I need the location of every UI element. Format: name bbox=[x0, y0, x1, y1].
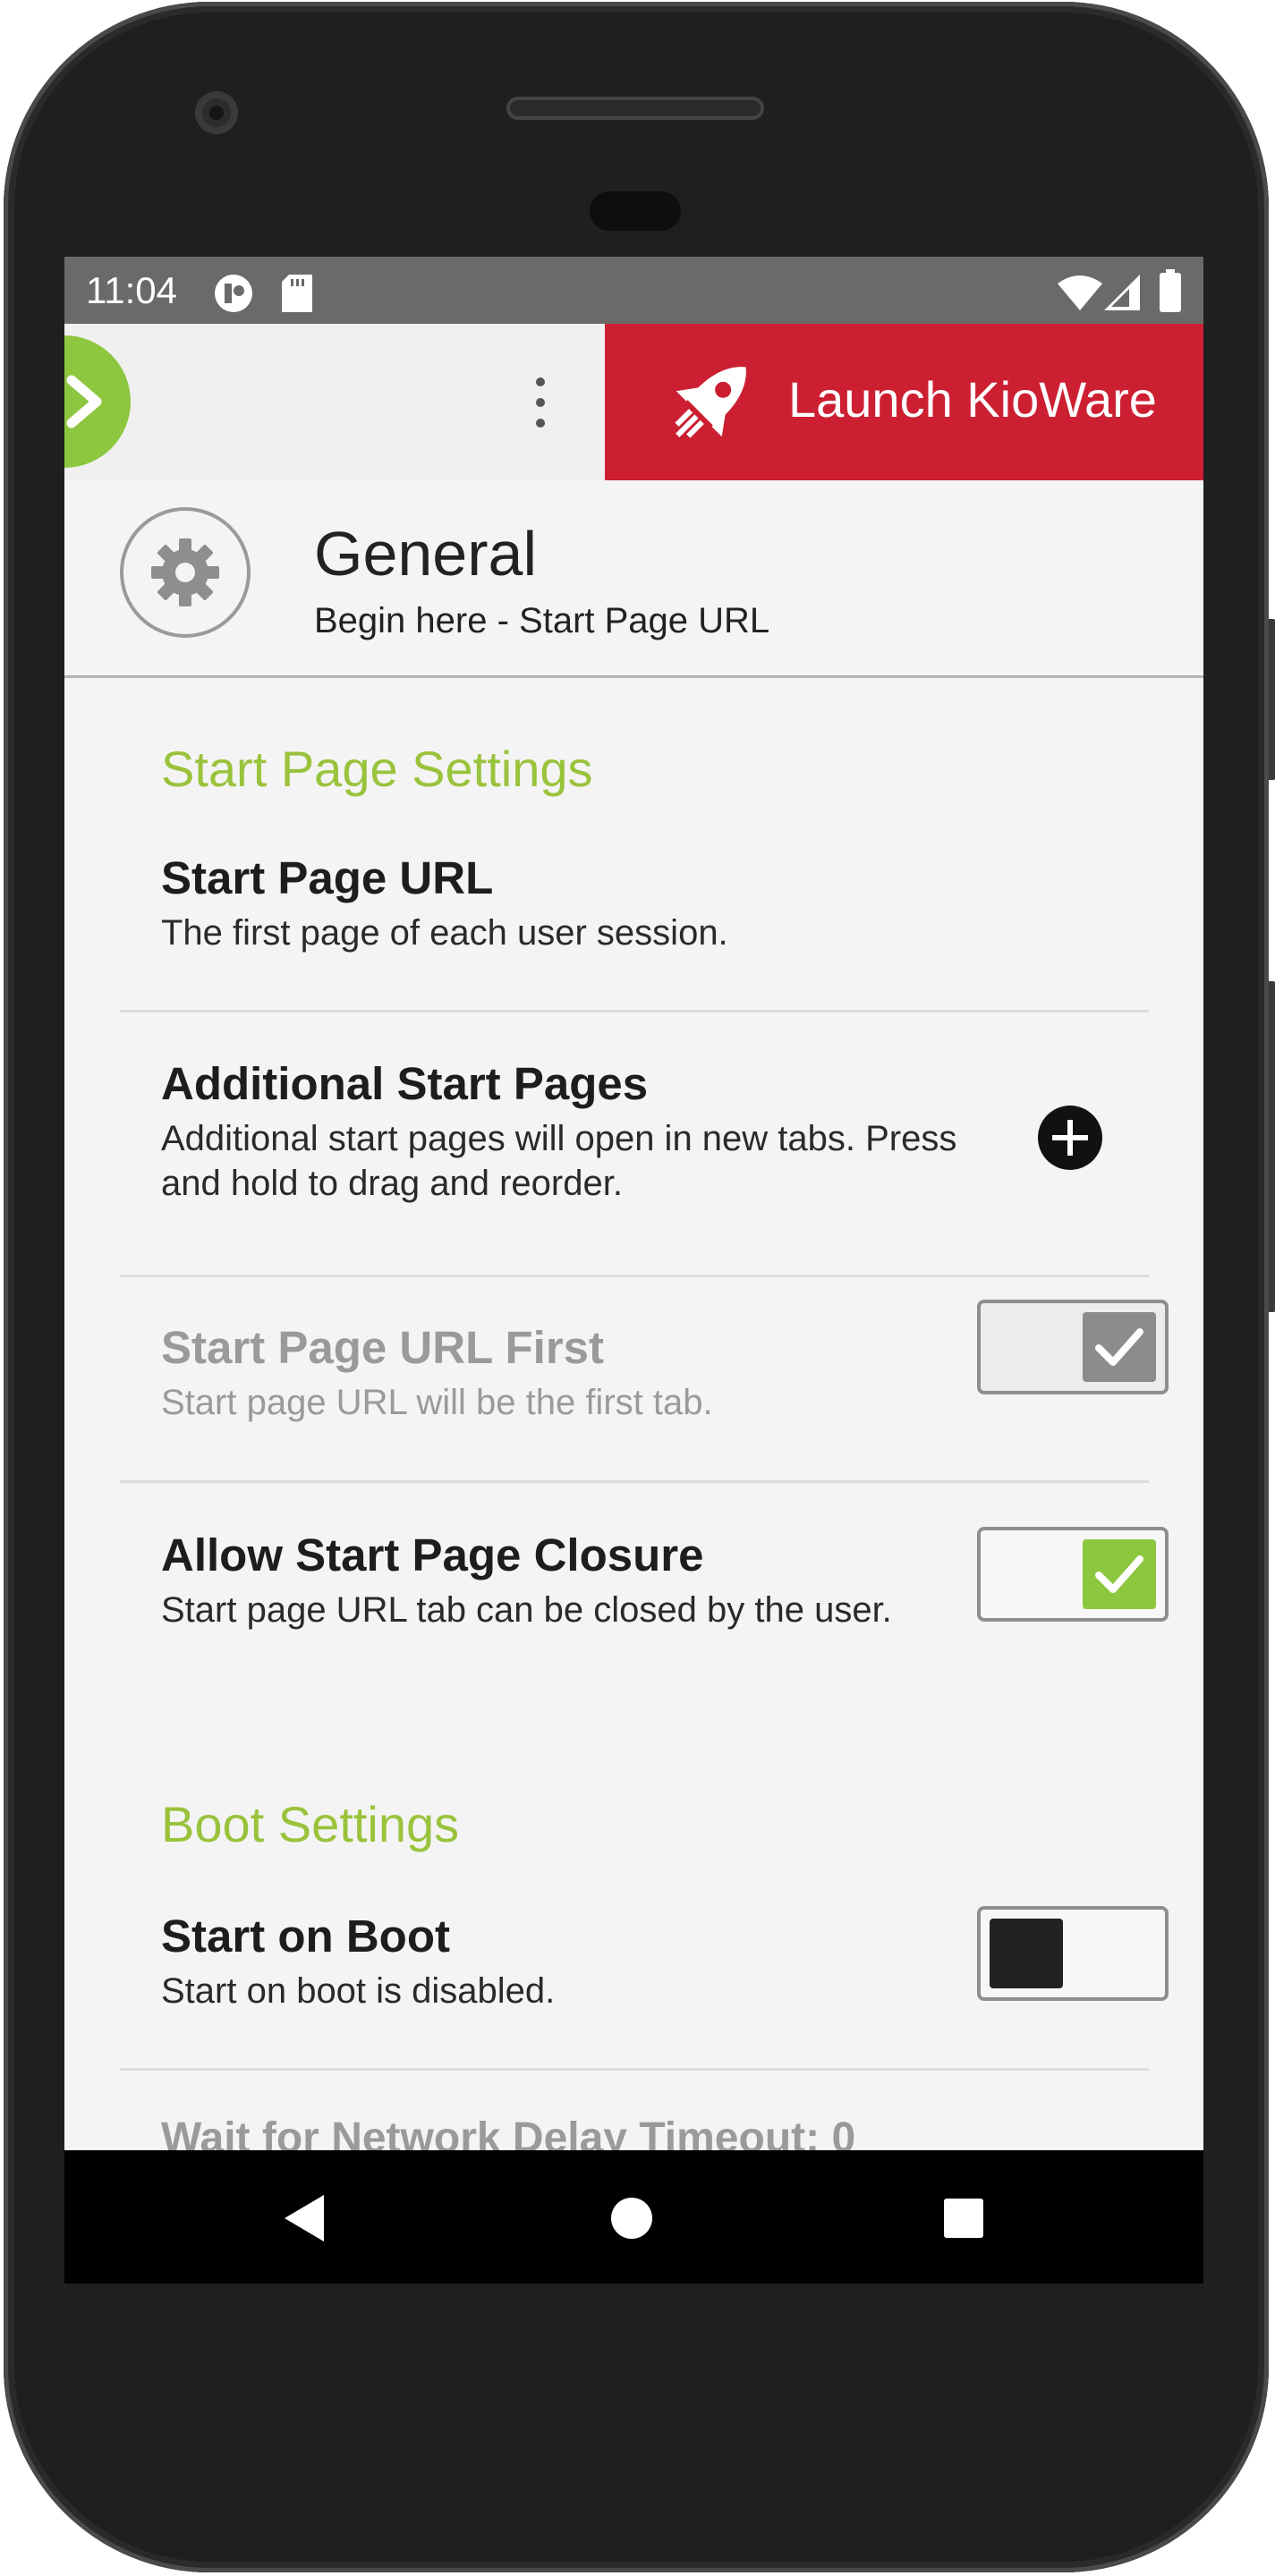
page-subtitle: Begin here - Start Page URL bbox=[314, 601, 770, 640]
section-title-boot: Boot Settings bbox=[161, 1796, 460, 1852]
toggle-knob bbox=[1083, 1539, 1156, 1609]
front-camera bbox=[195, 91, 238, 134]
expand-drawer-button[interactable] bbox=[64, 335, 131, 468]
add-start-page-button[interactable] bbox=[1038, 1106, 1102, 1170]
setting-title: Start Page URL bbox=[161, 852, 494, 903]
setting-title: Additional Start Pages bbox=[161, 1058, 649, 1109]
home-icon[interactable] bbox=[608, 2195, 655, 2241]
setting-description: Start on boot is disabled. bbox=[161, 1971, 556, 2011]
setting-title: Start on Boot bbox=[161, 1911, 450, 1962]
status-bar: 11:04 bbox=[64, 257, 1203, 324]
divider bbox=[120, 1010, 1149, 1013]
app-notification-icon bbox=[215, 275, 252, 312]
recents-icon[interactable] bbox=[942, 2197, 985, 2240]
power-button bbox=[1269, 619, 1275, 780]
chevron-right-icon bbox=[66, 375, 102, 428]
toggle-start-on-boot[interactable] bbox=[977, 1906, 1169, 2001]
divider bbox=[120, 1480, 1149, 1483]
page-title: General bbox=[314, 519, 538, 589]
rocket-icon bbox=[675, 367, 746, 438]
more-vert-icon[interactable] bbox=[527, 377, 554, 428]
volume-button bbox=[1269, 981, 1275, 1312]
settings-page-header: General Begin here - Start Page URL bbox=[64, 480, 1203, 678]
setting-title: Start Page URL First bbox=[161, 1322, 605, 1373]
setting-start-page-url-first: Start Page URL First Start page URL will… bbox=[120, 1300, 1169, 1464]
launch-kioware-button[interactable]: Launch KioWare bbox=[605, 324, 1203, 480]
section-title-start-page: Start Page Settings bbox=[161, 741, 593, 797]
check-icon bbox=[1095, 1328, 1143, 1366]
divider bbox=[120, 1275, 1149, 1277]
gear-icon bbox=[151, 538, 219, 606]
earpiece-speaker bbox=[506, 97, 764, 120]
setting-additional-start-pages[interactable]: Additional Start Pages Additional start … bbox=[120, 1057, 1149, 1263]
toggle-knob bbox=[1083, 1312, 1156, 1382]
toggle-start-page-url-first bbox=[977, 1300, 1169, 1394]
setting-description: The first page of each user session. bbox=[161, 913, 728, 953]
setting-allow-start-page-closure[interactable]: Allow Start Page Closure Start page URL … bbox=[120, 1527, 1169, 1734]
sd-card-icon bbox=[282, 275, 312, 312]
divider bbox=[120, 2068, 1149, 2071]
battery-icon bbox=[1160, 269, 1181, 312]
status-time: 11:04 bbox=[86, 269, 177, 311]
cell-signal-icon bbox=[1104, 275, 1140, 310]
back-icon[interactable] bbox=[281, 2193, 327, 2243]
device-screen: 11:04 Launch KioWare General Begin here … bbox=[64, 257, 1203, 2284]
proximity-sensor bbox=[590, 191, 681, 231]
launch-kioware-label: Launch KioWare bbox=[788, 371, 1157, 428]
setting-description: Start page URL tab can be closed by the … bbox=[161, 1590, 892, 1630]
toggle-knob bbox=[990, 1919, 1063, 1988]
setting-start-page-url[interactable]: Start Page URL The first page of each us… bbox=[120, 852, 1149, 1004]
check-icon bbox=[1095, 1555, 1143, 1593]
setting-title: Allow Start Page Closure bbox=[161, 1530, 704, 1580]
toggle-allow-start-page-closure[interactable] bbox=[977, 1527, 1169, 1622]
navigation-bar bbox=[64, 2150, 1203, 2284]
setting-start-on-boot[interactable]: Start on Boot Start on boot is disabled. bbox=[120, 1906, 1169, 2053]
wifi-icon bbox=[1058, 275, 1102, 310]
setting-description: Start page URL will be the first tab. bbox=[161, 1383, 713, 1422]
gear-icon-frame bbox=[120, 507, 251, 638]
add-circle-icon bbox=[1052, 1120, 1088, 1156]
setting-description: Additional start pages will open in new … bbox=[161, 1119, 957, 1203]
app-bar: Launch KioWare bbox=[64, 324, 1203, 480]
